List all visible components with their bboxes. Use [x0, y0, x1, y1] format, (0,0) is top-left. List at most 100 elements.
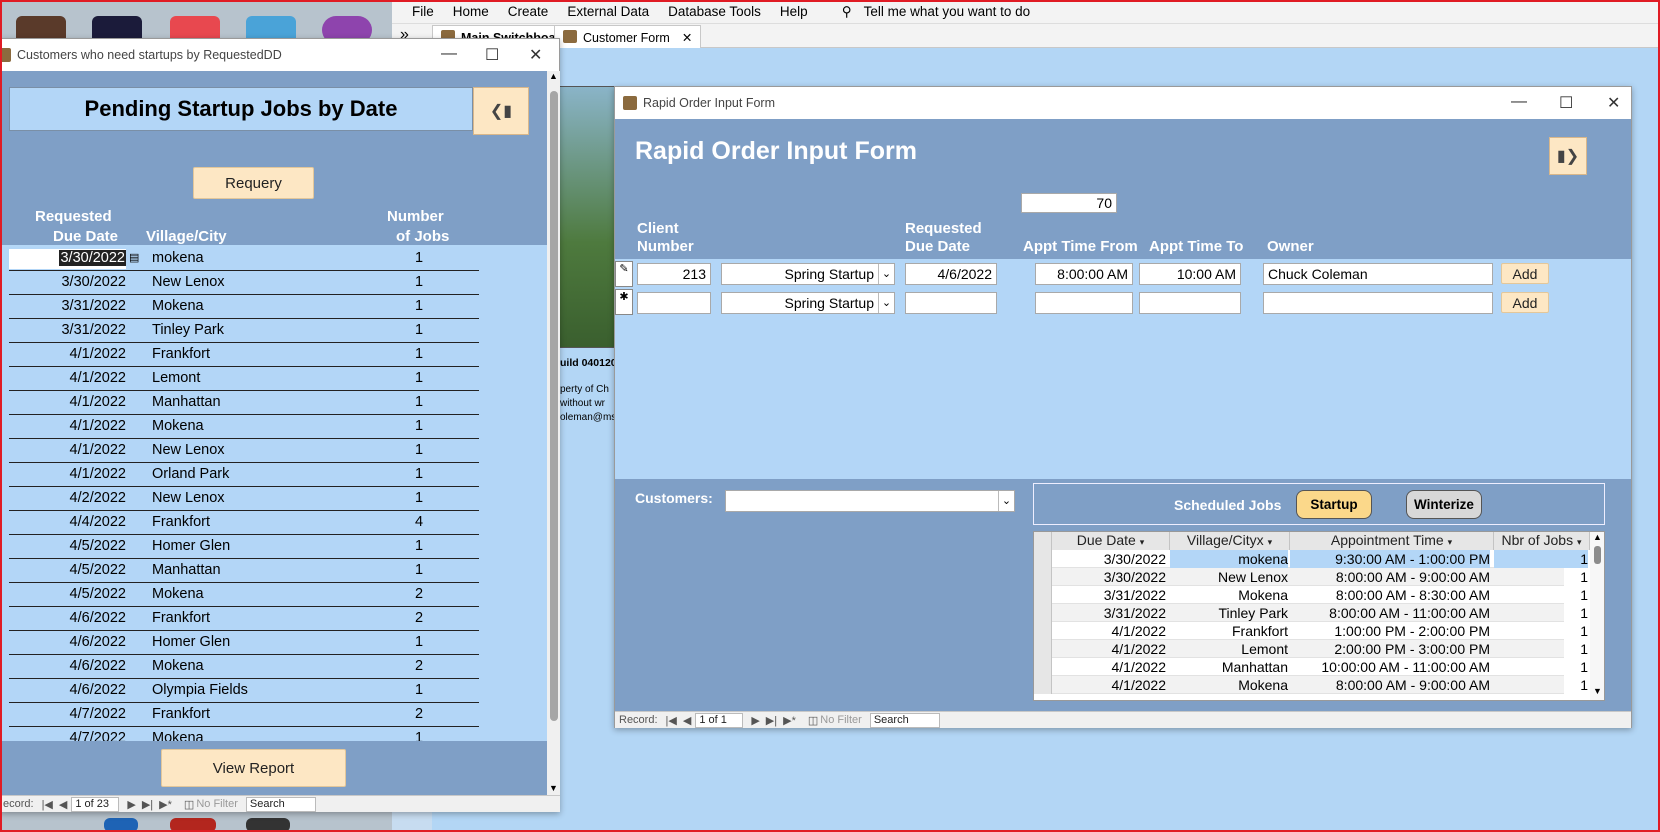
- list-item[interactable]: 4/5/2022 Mokena 2: [9, 583, 479, 607]
- first-record-icon[interactable]: |◀: [42, 798, 53, 811]
- scroll-down-icon[interactable]: ▼: [1593, 686, 1602, 696]
- new-due-date-input[interactable]: [905, 292, 997, 314]
- no-filter-label[interactable]: No Filter: [196, 798, 238, 810]
- scroll-up-icon[interactable]: ▲: [549, 71, 558, 81]
- list-item[interactable]: 4/2/2022 New Lenox 1: [9, 487, 479, 511]
- new-client-number-input[interactable]: [637, 292, 711, 314]
- count-cell[interactable]: 1: [1494, 658, 1588, 676]
- filter-icon[interactable]: ◫: [808, 714, 818, 727]
- due-date-cell[interactable]: 3/30/2022: [1052, 568, 1166, 586]
- appointment-cell[interactable]: 8:00:00 AM - 9:00:00 AM: [1290, 676, 1490, 694]
- no-filter-label[interactable]: No Filter: [820, 714, 862, 726]
- scroll-thumb[interactable]: [550, 91, 558, 721]
- city-cell[interactable]: Mokena: [1170, 586, 1288, 604]
- list-item[interactable]: 3/30/2022 New Lenox 1: [9, 271, 479, 295]
- due-date-cell[interactable]: 4/1/2022: [9, 343, 126, 362]
- dropdown-chevron-icon[interactable]: ⌄: [998, 491, 1014, 511]
- due-date-cell[interactable]: 4/1/2022: [9, 439, 126, 458]
- view-report-button[interactable]: View Report: [161, 749, 346, 787]
- row-selector[interactable]: [1034, 604, 1052, 622]
- search-input[interactable]: Search: [245, 796, 316, 812]
- lightbulb-search-icon[interactable]: ⚲: [842, 4, 852, 20]
- table-row[interactable]: 4/1/2022 Mokena 8:00:00 AM - 9:00:00 AM 1: [1034, 676, 1588, 694]
- appointment-cell[interactable]: 2:00:00 PM - 3:00:00 PM: [1290, 640, 1490, 658]
- last-record-icon[interactable]: ▶|: [766, 714, 777, 727]
- due-date-cell[interactable]: 4/1/2022: [1052, 640, 1167, 658]
- next-record-icon[interactable]: ▶: [127, 798, 135, 811]
- list-item[interactable]: 3/30/2022 ▤ mokena 1: [9, 247, 479, 271]
- due-date-cell[interactable]: 3/31/2022: [1052, 586, 1166, 604]
- due-date-cell[interactable]: 4/6/2022: [9, 655, 126, 674]
- search-input[interactable]: Search: [869, 712, 940, 728]
- list-item[interactable]: 4/4/2022 Frankfort 4: [9, 511, 479, 535]
- city-cell[interactable]: Tinley Park: [1170, 604, 1288, 622]
- city-cell[interactable]: Manhattan: [1170, 658, 1288, 676]
- table-row[interactable]: 3/30/2022 mokena 9:30:00 AM - 1:00:00 PM 1: [1034, 550, 1588, 568]
- appointment-cell[interactable]: 1:00:00 PM - 2:00:00 PM: [1290, 622, 1490, 640]
- exit-button[interactable]: ❮▮: [473, 87, 529, 135]
- list-item[interactable]: 4/1/2022 Orland Park 1: [9, 463, 479, 487]
- grid-header-due-date[interactable]: Due Date ▾: [1052, 532, 1170, 550]
- menu-create[interactable]: Create: [508, 4, 549, 19]
- count-cell[interactable]: 1: [1494, 568, 1588, 586]
- city-cell[interactable]: New Lenox: [1170, 568, 1288, 586]
- count-cell[interactable]: 1: [1494, 676, 1588, 694]
- count-cell[interactable]: 1: [1494, 586, 1588, 604]
- maximize-icon[interactable]: ☐: [485, 45, 499, 65]
- menu-external-data[interactable]: External Data: [567, 4, 649, 19]
- filter-icon[interactable]: ◫: [184, 798, 194, 811]
- row-selector[interactable]: [1034, 658, 1052, 676]
- list-item[interactable]: 4/6/2022 Homer Glen 1: [9, 631, 479, 655]
- winterize-button[interactable]: Winterize: [1406, 490, 1482, 519]
- client-number-input[interactable]: 213: [637, 263, 711, 285]
- record-number-input[interactable]: 1 of 23: [71, 796, 120, 812]
- vertical-scrollbar[interactable]: ▲ ▼: [547, 71, 560, 795]
- menu-database-tools[interactable]: Database Tools: [668, 4, 761, 19]
- sort-filter-icon[interactable]: ▾: [1268, 537, 1273, 547]
- new-add-button[interactable]: Add: [1501, 292, 1549, 313]
- appointment-cell[interactable]: 10:00:00 AM - 11:00:00 AM: [1290, 658, 1490, 676]
- due-date-cell[interactable]: 4/5/2022: [9, 535, 126, 554]
- startup-button[interactable]: Startup: [1296, 490, 1372, 519]
- count-cell[interactable]: 1: [1494, 604, 1588, 622]
- table-row[interactable]: 3/30/2022 New Lenox 8:00:00 AM - 9:00:00 A…: [1034, 568, 1588, 586]
- appointment-cell[interactable]: 8:00:00 AM - 9:00:00 AM: [1290, 568, 1490, 586]
- city-cell[interactable]: Lemont: [1170, 640, 1288, 658]
- last-record-icon[interactable]: ▶|: [142, 798, 153, 811]
- due-date-cell[interactable]: 4/5/2022: [9, 559, 126, 578]
- city-cell[interactable]: Mokena: [1170, 676, 1288, 694]
- due-date-cell[interactable]: 3/31/2022: [9, 295, 126, 314]
- new-job-type-select[interactable]: Spring Startup ⌄: [721, 292, 895, 314]
- record-selector-new[interactable]: ✱: [615, 289, 633, 315]
- row-selector[interactable]: [1034, 568, 1052, 586]
- appointment-cell[interactable]: 8:00:00 AM - 8:30:00 AM: [1290, 586, 1490, 604]
- due-date-cell[interactable]: 4/1/2022: [9, 391, 126, 410]
- new-record-icon[interactable]: ▶*: [159, 798, 172, 811]
- menu-help[interactable]: Help: [780, 4, 808, 19]
- owner-input[interactable]: Chuck Coleman: [1263, 263, 1493, 285]
- tab-customer-form[interactable]: Customer Form ✕: [554, 25, 702, 48]
- city-cell[interactable]: mokena: [1170, 550, 1288, 568]
- count-cell[interactable]: 1: [1494, 640, 1588, 658]
- due-date-cell[interactable]: 4/6/2022: [9, 631, 126, 650]
- scroll-up-icon[interactable]: ▲: [1593, 532, 1602, 542]
- city-cell[interactable]: Frankfort: [1170, 622, 1288, 640]
- menu-file[interactable]: File: [412, 4, 434, 19]
- due-date-cell[interactable]: 3/30/2022: [1052, 550, 1166, 568]
- due-date-cell[interactable]: 4/1/2022: [9, 367, 126, 386]
- due-date-cell[interactable]: 4/2/2022: [9, 487, 126, 506]
- due-date-cell[interactable]: 4/6/2022: [9, 679, 126, 698]
- maximize-icon[interactable]: ☐: [1559, 93, 1573, 113]
- list-item[interactable]: 4/5/2022 Homer Glen 1: [9, 535, 479, 559]
- list-item[interactable]: 3/31/2022 Mokena 1: [9, 295, 479, 319]
- row-selector[interactable]: [1034, 640, 1052, 658]
- due-date-cell[interactable]: 3/30/2022: [9, 249, 126, 269]
- new-appt-from-input[interactable]: [1035, 292, 1133, 314]
- table-row[interactable]: 3/31/2022 Mokena 8:00:00 AM - 8:30:00 AM 1: [1034, 586, 1588, 604]
- list-item[interactable]: 4/1/2022 New Lenox 1: [9, 439, 479, 463]
- customers-combo[interactable]: ⌄: [725, 490, 1015, 512]
- due-date-cell[interactable]: 4/6/2022: [9, 607, 126, 626]
- dropdown-chevron-icon[interactable]: ⌄: [878, 293, 894, 313]
- minimize-icon[interactable]: —: [441, 45, 457, 63]
- list-item[interactable]: 4/1/2022 Manhattan 1: [9, 391, 479, 415]
